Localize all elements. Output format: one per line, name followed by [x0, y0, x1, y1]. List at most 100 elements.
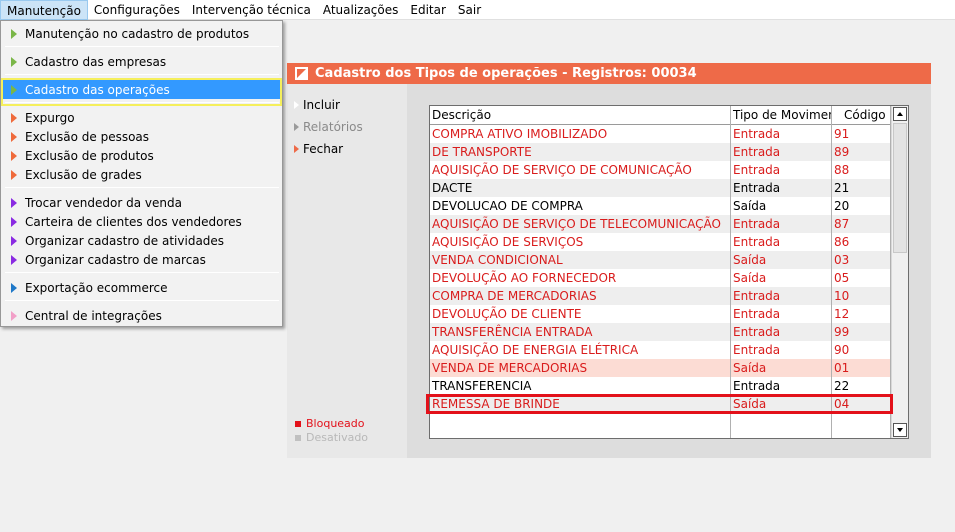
- window-title-bar: Cadastro dos Tipos de operações - Regist…: [287, 63, 931, 84]
- cell-tipo-movimento: Saída: [733, 253, 767, 267]
- menu-item[interactable]: Expurgo: [3, 108, 280, 127]
- cell-tipo-movimento: Entrada: [733, 217, 781, 231]
- menu-item-label: Exclusão de grades: [25, 167, 142, 182]
- table-row[interactable]: DACTE Entrada 21: [430, 179, 891, 197]
- legend-desativado: Desativado: [295, 431, 368, 444]
- cell-codigo: 88: [834, 163, 850, 177]
- incluir-label: Incluir: [303, 98, 340, 112]
- actions-panel: [287, 84, 407, 458]
- menu-item-label: Manutenção no cadastro de produtos: [25, 26, 250, 41]
- menu-intervencao-tecnica[interactable]: Intervenção técnica: [186, 0, 317, 20]
- cell-descricao: TRANSFERENCIA: [432, 379, 532, 393]
- cell-descricao: DEVOLUÇÃO DE CLIENTE: [432, 307, 582, 321]
- fechar-action[interactable]: Fechar: [294, 142, 343, 156]
- cell-codigo: 20: [834, 199, 850, 213]
- table-row[interactable]: DEVOLUÇÃO AO FORNECEDOR Saída 05: [430, 269, 891, 287]
- cell-codigo: 03: [834, 253, 850, 267]
- menu-item[interactable]: Manutenção no cadastro de produtos: [3, 24, 280, 43]
- scroll-thumb[interactable]: [893, 123, 907, 253]
- menu-arrow-icon: [11, 310, 17, 321]
- menu-sair[interactable]: Sair: [452, 0, 487, 20]
- cell-descricao: AQUISIÇÃO DE SERVIÇO DE TELECOMUNICAÇÃO: [432, 217, 721, 231]
- table-row[interactable]: TRANSFERÊNCIA ENTRADA Entrada 99: [430, 323, 891, 341]
- cell-tipo-movimento: Entrada: [733, 181, 781, 195]
- bloqueado-square-icon: [295, 420, 301, 427]
- cell-tipo-movimento: Entrada: [733, 379, 781, 393]
- app-logo-icon: [295, 67, 308, 80]
- operations-grid[interactable]: Descrição Tipo de Movimento Código COMPR…: [429, 105, 909, 439]
- menu-item[interactable]: Organizar cadastro de atividades: [3, 231, 280, 250]
- table-row[interactable]: AQUISIÇÃO DE SERVIÇOS Entrada 86: [430, 233, 891, 251]
- menu-item[interactable]: Carteira de clientes dos vendedores: [3, 212, 280, 231]
- menu-item[interactable]: Organizar cadastro de marcas: [3, 250, 280, 269]
- cell-descricao: DE TRANSPORTE: [432, 145, 532, 159]
- table-row[interactable]: AQUISIÇÃO DE SERVIÇO DE COMUNICAÇÃO Entra…: [430, 161, 891, 179]
- cell-codigo: 21: [834, 181, 850, 195]
- menu-item[interactable]: Trocar vendedor da venda: [3, 193, 280, 212]
- menu-item[interactable]: Exclusão de grades: [3, 165, 280, 184]
- table-row[interactable]: COMPRA ATIVO IMOBILIZADO Entrada 91: [430, 125, 891, 143]
- menu-item[interactable]: Cadastro das empresas: [3, 52, 280, 71]
- vertical-scrollbar[interactable]: [891, 106, 908, 438]
- table-row[interactable]: TRANSFERENCIA Entrada 22: [430, 377, 891, 395]
- menu-arrow-icon: [11, 150, 17, 161]
- menu-arrow-icon: [11, 235, 17, 246]
- menu-arrow-icon: [11, 56, 17, 67]
- menu-item[interactable]: Exclusão de pessoas: [3, 127, 280, 146]
- table-row[interactable]: DEVOLUÇÃO DE CLIENTE Entrada 12: [430, 305, 891, 323]
- cell-descricao: DEVOLUCAO DE COMPRA: [432, 199, 583, 213]
- menu-configuracoes[interactable]: Configurações: [88, 0, 186, 20]
- scroll-up-icon[interactable]: [893, 107, 907, 121]
- menu-editar[interactable]: Editar: [404, 0, 452, 20]
- cell-codigo: 22: [834, 379, 850, 393]
- legend-bloqueado: Bloqueado: [295, 417, 365, 430]
- menu-item-label: Organizar cadastro de marcas: [25, 252, 206, 267]
- column-header-codigo[interactable]: Código: [832, 106, 891, 125]
- table-row[interactable]: AQUISIÇÃO DE SERVIÇO DE TELECOMUNICAÇÃO E…: [430, 215, 891, 233]
- cell-descricao: VENDA CONDICIONAL: [432, 253, 563, 267]
- cell-tipo-movimento: Entrada: [733, 163, 781, 177]
- incluir-action[interactable]: Incluir: [294, 98, 340, 112]
- selected-item-highlight: [1, 78, 282, 106]
- cell-codigo: 86: [834, 235, 850, 249]
- menu-separator: [5, 46, 279, 47]
- menu-item-label: Organizar cadastro de atividades: [25, 233, 225, 248]
- table-row[interactable]: AQUISIÇÃO DE ENERGIA ELÉTRICA Entrada 90: [430, 341, 891, 359]
- relatorios-label: Relatórios: [303, 120, 363, 134]
- menu-manutencao[interactable]: Manutenção: [0, 0, 88, 20]
- menu-separator: [5, 187, 279, 188]
- cell-codigo: 05: [834, 271, 850, 285]
- cell-descricao: TRANSFERÊNCIA ENTRADA: [432, 325, 593, 339]
- cell-tipo-movimento: Saída: [733, 199, 767, 213]
- cell-descricao: AQUISIÇÃO DE SERVIÇOS: [432, 235, 584, 249]
- column-header-tipo-movimento[interactable]: Tipo de Movimento: [731, 106, 848, 125]
- relatorios-action[interactable]: Relatórios: [294, 120, 363, 134]
- menu-atualizacoes[interactable]: Atualizações: [317, 0, 405, 20]
- cell-tipo-movimento: Entrada: [733, 145, 781, 159]
- cell-tipo-movimento: Entrada: [733, 127, 781, 141]
- fechar-label: Fechar: [303, 142, 344, 156]
- menu-arrow-icon: [11, 254, 17, 265]
- table-row[interactable]: VENDA DE MERCADORIAS Saída 01: [430, 359, 891, 377]
- fechar-arrow-icon: [294, 145, 299, 153]
- column-header-descricao[interactable]: Descrição: [430, 106, 731, 125]
- menu-item[interactable]: Central de integrações: [3, 306, 280, 325]
- column-divider: [831, 106, 832, 438]
- scroll-down-icon[interactable]: [893, 423, 907, 437]
- menu-item[interactable]: Exclusão de produtos: [3, 146, 280, 165]
- table-row[interactable]: COMPRA DE MERCADORIAS Entrada 10: [430, 287, 891, 305]
- legend-desativado-label: Desativado: [306, 431, 369, 444]
- cell-codigo: 12: [834, 307, 850, 321]
- cell-codigo: 01: [834, 361, 850, 375]
- menu-separator: [5, 272, 279, 273]
- table-row[interactable]: DE TRANSPORTE Entrada 89: [430, 143, 891, 161]
- menu-item[interactable]: Exportação ecommerce: [3, 278, 280, 297]
- table-row[interactable]: VENDA CONDICIONAL Saída 03: [430, 251, 891, 269]
- table-row[interactable]: DEVOLUCAO DE COMPRA Saída 20: [430, 197, 891, 215]
- cell-codigo: 10: [834, 289, 850, 303]
- legend-bloqueado-label: Bloqueado: [306, 417, 365, 430]
- cell-descricao: VENDA DE MERCADORIAS: [432, 361, 588, 375]
- menu-arrow-icon: [11, 28, 17, 39]
- cell-tipo-movimento: Entrada: [733, 307, 781, 321]
- menu-item-label: Central de integrações: [25, 308, 162, 323]
